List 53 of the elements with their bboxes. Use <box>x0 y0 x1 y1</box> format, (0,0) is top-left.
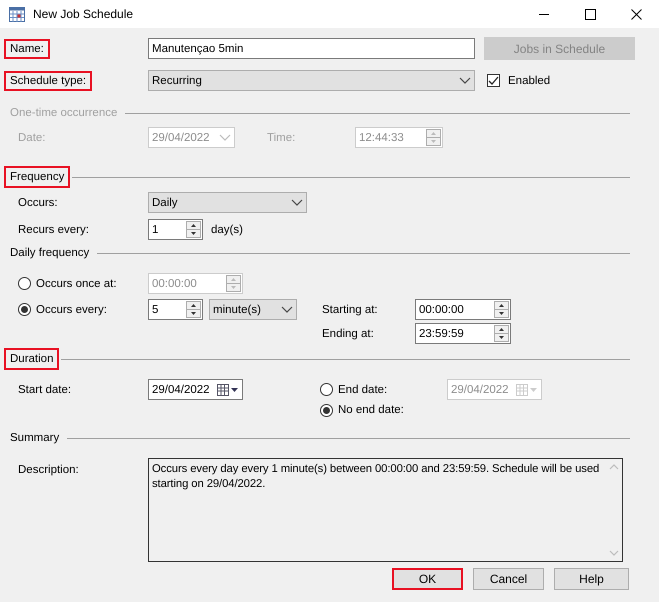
calendar-dropdown-icon[interactable] <box>217 384 239 396</box>
description-label: Description: <box>18 464 79 476</box>
unit-label: day(s) <box>211 222 243 236</box>
radio-button[interactable] <box>18 303 31 316</box>
date-label: Date: <box>18 132 46 144</box>
window-title: New Job Schedule <box>33 7 134 21</box>
occurs-label: Occurs: <box>18 196 58 208</box>
radio-button[interactable] <box>320 383 333 396</box>
ending-at-label: Ending at: <box>322 328 374 340</box>
recurs-every-spinner[interactable]: 1 <box>148 219 203 240</box>
unit-dropdown[interactable]: minute(s) <box>209 299 297 320</box>
starting-at-label: Starting at: <box>322 304 378 316</box>
dropdown-chevron-icon <box>219 134 231 141</box>
one-time-occurrence-heading: One-time occurrence <box>10 106 118 120</box>
summary-heading: Summary <box>10 431 60 445</box>
dialog-button[interactable]: Cancel <box>473 568 544 590</box>
close-icon <box>630 8 642 20</box>
time-label: Time: <box>267 132 296 144</box>
radio-label[interactable]: Occurs once at: <box>36 276 117 290</box>
name-label: Name: <box>4 38 50 58</box>
radio-label[interactable]: No end date: <box>338 403 404 417</box>
start-date-label: Start date: <box>18 384 72 396</box>
frequency-heading: Frequency <box>4 166 70 188</box>
occurs-dropdown[interactable]: Daily <box>148 192 307 213</box>
calendar-icon <box>9 6 25 22</box>
recurs-every-label: Recurs every: <box>18 224 89 236</box>
dropdown-chevron-icon <box>291 199 303 206</box>
description-text: Occurs every day every 1 minute(s) between 00:00:00 and 23:59:59. Schedule will be used starting on 29/04/2022. <box>151 462 600 492</box>
radio-button[interactable] <box>18 277 31 290</box>
name-field[interactable]: Manutençao 5min <box>148 38 475 59</box>
checkmark-icon <box>488 76 499 85</box>
enabled-checkbox[interactable] <box>487 74 500 87</box>
duration-heading: Duration <box>4 348 60 370</box>
start-date-picker[interactable]: 29/04/2022 <box>148 379 243 400</box>
enabled-label: Enabled <box>508 74 550 88</box>
radio-label[interactable]: Occurs every: <box>36 302 107 316</box>
dropdown-chevron-icon <box>459 77 471 84</box>
maximize-icon <box>584 8 596 20</box>
spin-arrows-icon[interactable] <box>494 325 509 342</box>
schedule-type-label: Schedule type: <box>4 70 92 90</box>
radio-label[interactable]: End date: <box>338 382 388 396</box>
spin-arrows-icon[interactable] <box>186 221 201 238</box>
dialog-button[interactable]: OK <box>392 568 463 590</box>
daily-frequency-heading: Daily frequency <box>10 246 90 260</box>
spin-arrows-icon[interactable] <box>186 301 201 318</box>
interval-spinner[interactable]: 5 <box>148 299 203 320</box>
dialog-button[interactable]: Help <box>554 568 629 590</box>
schedule-type-dropdown[interactable]: Recurring <box>148 70 475 91</box>
spin-arrows-icon[interactable] <box>494 301 509 318</box>
dropdown-chevron-icon <box>281 306 293 313</box>
radio-button[interactable] <box>320 404 333 416</box>
ending-at-spinner[interactable]: 23:59:59 <box>415 323 511 344</box>
starting-at-spinner[interactable]: 00:00:00 <box>415 299 511 320</box>
